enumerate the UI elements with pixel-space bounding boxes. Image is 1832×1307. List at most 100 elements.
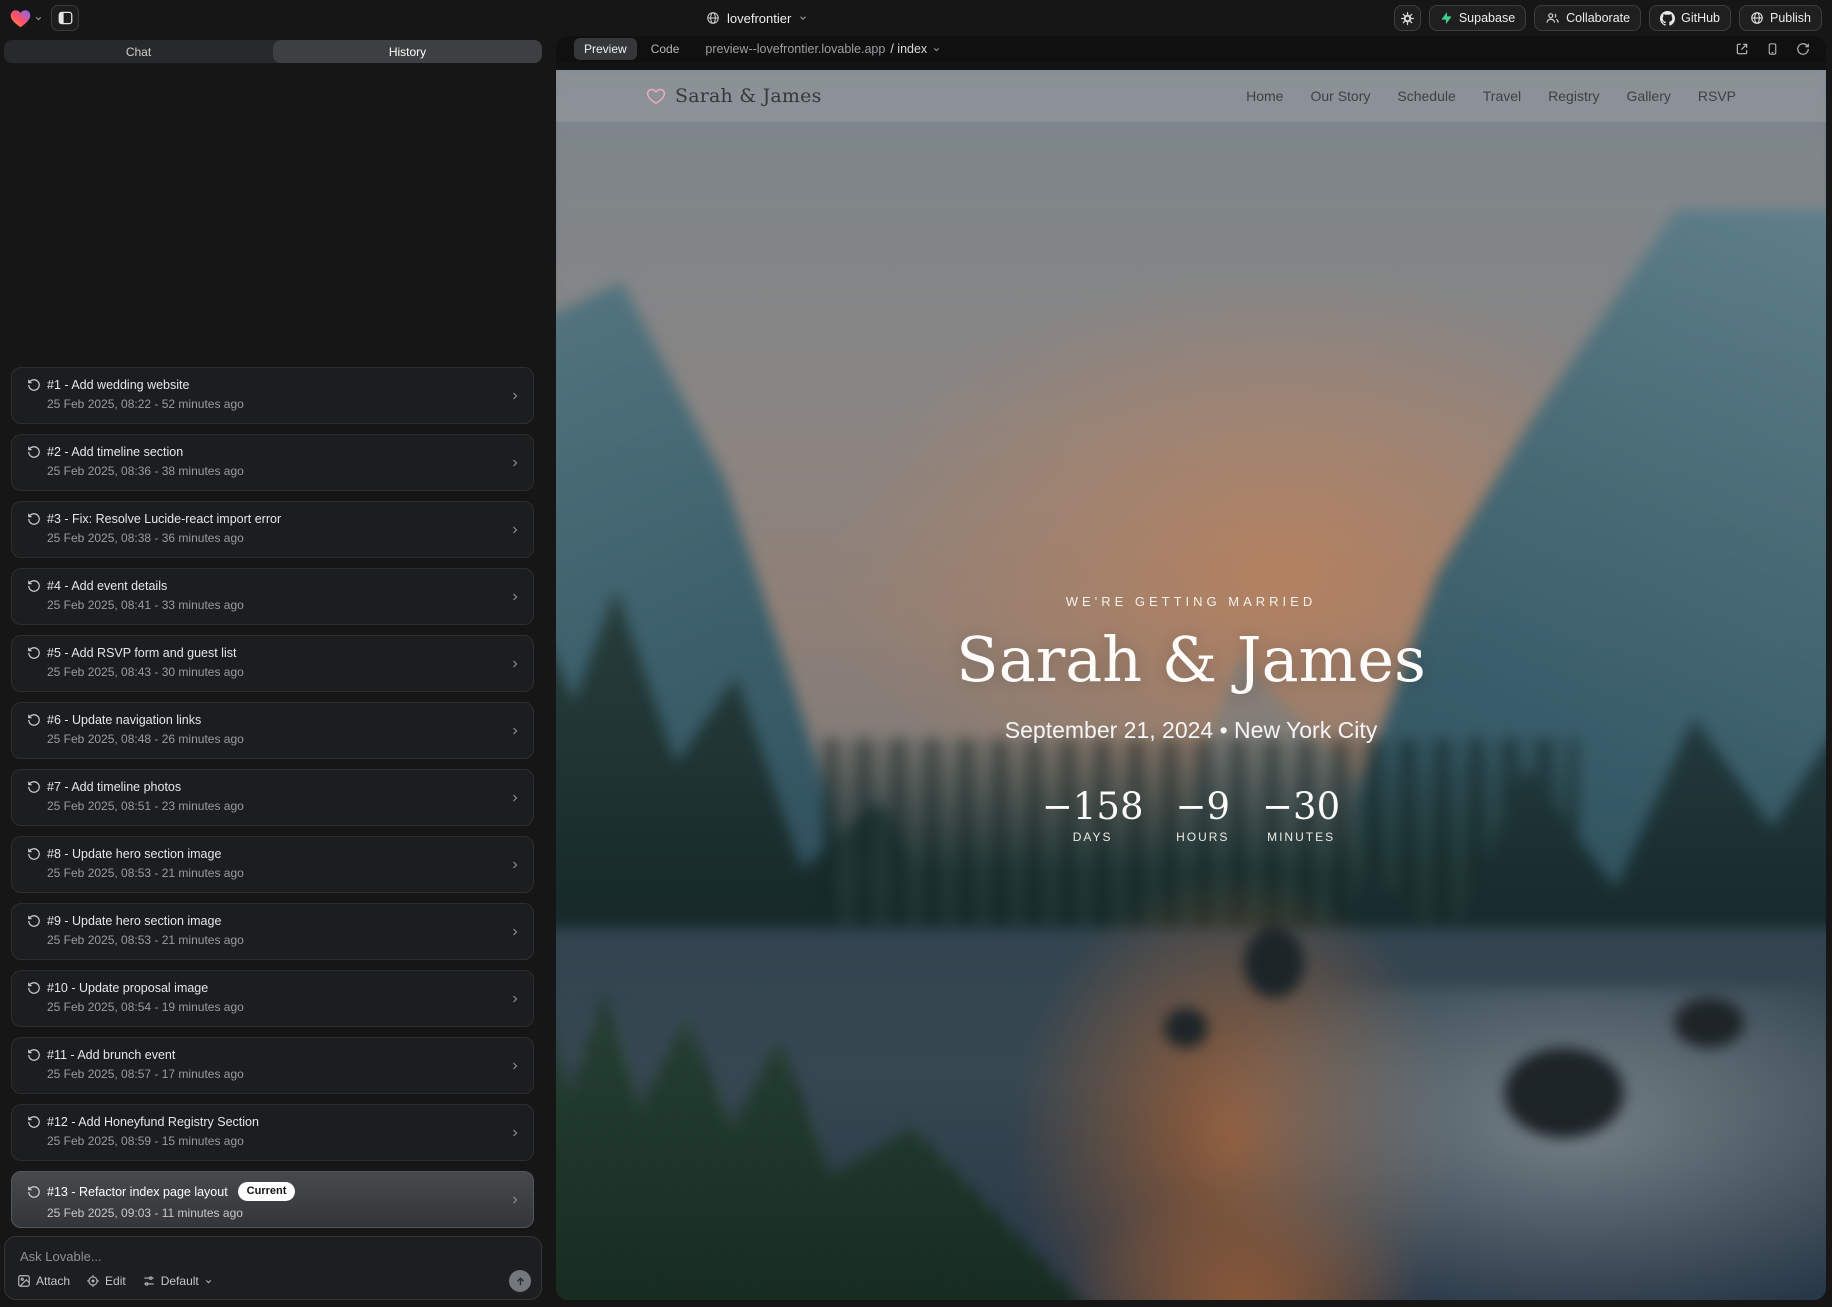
countdown-minutes-label: MINUTES bbox=[1262, 830, 1340, 844]
tab-code[interactable]: Code bbox=[651, 42, 680, 56]
publish-button[interactable]: Publish bbox=[1739, 5, 1822, 31]
mode-select[interactable]: Default bbox=[142, 1274, 213, 1288]
chat-composer: Ask Lovable... Attach Edit Default bbox=[4, 1236, 542, 1300]
lovable-heart-logo-icon bbox=[10, 9, 31, 28]
current-badge: Current bbox=[238, 1182, 296, 1201]
history-item-meta: 25 Feb 2025, 08:41 - 33 minutes ago bbox=[47, 598, 499, 612]
history-icon bbox=[27, 512, 41, 526]
history-item-title: #3 - Fix: Resolve Lucide-react import er… bbox=[47, 512, 281, 526]
chevron-right-icon bbox=[509, 591, 521, 603]
nav-rsvp[interactable]: RSVP bbox=[1698, 88, 1736, 104]
chevron-right-icon bbox=[509, 792, 521, 804]
image-icon bbox=[17, 1274, 31, 1288]
preview-url[interactable]: preview--lovefrontier.lovable.app / inde… bbox=[705, 42, 941, 56]
history-icon bbox=[27, 713, 41, 727]
history-item-1[interactable]: #1 - Add wedding website 25 Feb 2025, 08… bbox=[11, 367, 534, 424]
tab-history[interactable]: History bbox=[273, 40, 542, 63]
send-button[interactable] bbox=[509, 1270, 531, 1292]
github-button[interactable]: GitHub bbox=[1649, 5, 1731, 31]
project-switcher[interactable]: lovefrontier bbox=[706, 0, 808, 36]
users-icon bbox=[1545, 11, 1560, 25]
history-item-title: #10 - Update proposal image bbox=[47, 981, 208, 995]
open-in-new-tab-icon[interactable] bbox=[1735, 42, 1749, 56]
ask-lovable-input[interactable]: Ask Lovable... bbox=[20, 1249, 102, 1264]
history-item-3[interactable]: #3 - Fix: Resolve Lucide-react import er… bbox=[11, 501, 534, 558]
attach-label: Attach bbox=[36, 1274, 70, 1288]
supabase-button[interactable]: Supabase bbox=[1429, 5, 1526, 31]
nav-our-story[interactable]: Our Story bbox=[1310, 88, 1370, 104]
sliders-icon bbox=[142, 1274, 156, 1288]
history-item-6[interactable]: #6 - Update navigation links 25 Feb 2025… bbox=[11, 702, 534, 759]
mode-label: Default bbox=[161, 1274, 199, 1288]
preview-url-host: preview--lovefrontier.lovable.app bbox=[705, 42, 885, 56]
chevron-right-icon bbox=[509, 390, 521, 402]
edit-button[interactable]: Edit bbox=[86, 1274, 126, 1288]
attach-button[interactable]: Attach bbox=[17, 1274, 70, 1288]
hero-section: WE'RE GETTING MARRIED Sarah & James Sept… bbox=[556, 594, 1826, 844]
settings-button[interactable] bbox=[1394, 5, 1421, 31]
hero-date-location: September 21, 2024 • New York City bbox=[556, 717, 1826, 744]
nav-home[interactable]: Home bbox=[1246, 88, 1283, 104]
nav-schedule[interactable]: Schedule bbox=[1397, 88, 1455, 104]
history-icon bbox=[27, 780, 41, 794]
tab-preview[interactable]: Preview bbox=[574, 38, 637, 60]
chevron-right-icon bbox=[509, 725, 521, 737]
history-item-title: #1 - Add wedding website bbox=[47, 378, 189, 392]
collaborate-button[interactable]: Collaborate bbox=[1534, 5, 1641, 31]
target-icon bbox=[86, 1274, 100, 1288]
history-item-meta: 25 Feb 2025, 08:57 - 17 minutes ago bbox=[47, 1067, 499, 1081]
preview-url-path: / index bbox=[890, 42, 927, 56]
nav-gallery[interactable]: Gallery bbox=[1627, 88, 1671, 104]
history-icon bbox=[27, 378, 41, 392]
countdown-minutes: −30 MINUTES bbox=[1262, 788, 1340, 844]
sidebar-toggle-button[interactable] bbox=[51, 5, 79, 31]
chevron-down-icon bbox=[932, 45, 941, 54]
sidebar: Chat History #1 - Add wedding website 25… bbox=[4, 40, 544, 1300]
chevron-down-icon bbox=[798, 13, 808, 23]
site-brand-text: Sarah & James bbox=[675, 85, 822, 107]
site-brand[interactable]: Sarah & James bbox=[646, 85, 822, 107]
nav-registry[interactable]: Registry bbox=[1548, 88, 1599, 104]
history-item-11[interactable]: #11 - Add brunch event 25 Feb 2025, 08:5… bbox=[11, 1037, 534, 1094]
hero-title: Sarah & James bbox=[556, 629, 1826, 691]
history-item-title: #9 - Update hero section image bbox=[47, 914, 221, 928]
heart-icon bbox=[646, 87, 666, 105]
lovable-logo-menu[interactable] bbox=[10, 9, 43, 28]
history-icon bbox=[27, 445, 41, 459]
history-item-title: #12 - Add Honeyfund Registry Section bbox=[47, 1115, 259, 1129]
history-item-meta: 25 Feb 2025, 08:54 - 19 minutes ago bbox=[47, 1000, 499, 1014]
history-icon bbox=[27, 1115, 41, 1129]
history-item-4[interactable]: #4 - Add event details 25 Feb 2025, 08:4… bbox=[11, 568, 534, 625]
history-item-title: #7 - Add timeline photos bbox=[47, 780, 181, 794]
sidebar-tabs: Chat History bbox=[4, 40, 542, 63]
history-item-meta: 25 Feb 2025, 08:48 - 26 minutes ago bbox=[47, 732, 499, 746]
history-item-title: #2 - Add timeline section bbox=[47, 445, 183, 459]
history-item-10[interactable]: #10 - Update proposal image 25 Feb 2025,… bbox=[11, 970, 534, 1027]
countdown-hours-value: −9 bbox=[1175, 788, 1230, 825]
countdown-minutes-value: −30 bbox=[1262, 788, 1340, 825]
history-icon bbox=[27, 981, 41, 995]
history-item-5[interactable]: #5 - Add RSVP form and guest list 25 Feb… bbox=[11, 635, 534, 692]
history-item-meta: 25 Feb 2025, 08:53 - 21 minutes ago bbox=[47, 933, 499, 947]
history-item-7[interactable]: #7 - Add timeline photos 25 Feb 2025, 08… bbox=[11, 769, 534, 826]
history-item-9[interactable]: #9 - Update hero section image 25 Feb 20… bbox=[11, 903, 534, 960]
wedding-site: Sarah & James Home Our Story Schedule Tr… bbox=[556, 70, 1826, 1300]
mobile-view-icon[interactable] bbox=[1766, 42, 1779, 56]
site-header: Sarah & James Home Our Story Schedule Tr… bbox=[556, 70, 1826, 122]
tab-chat[interactable]: Chat bbox=[4, 40, 273, 63]
history-item-meta: 25 Feb 2025, 08:53 - 21 minutes ago bbox=[47, 866, 499, 880]
hero-eyebrow: WE'RE GETTING MARRIED bbox=[556, 594, 1826, 609]
history-item-meta: 25 Feb 2025, 08:51 - 23 minutes ago bbox=[47, 799, 499, 813]
site-nav: Home Our Story Schedule Travel Registry … bbox=[1246, 88, 1736, 104]
countdown-hours: −9 HOURS bbox=[1175, 788, 1230, 844]
chevron-right-icon bbox=[509, 1194, 521, 1206]
refresh-icon[interactable] bbox=[1796, 42, 1810, 56]
nav-travel[interactable]: Travel bbox=[1483, 88, 1521, 104]
history-item-8[interactable]: #8 - Update hero section image 25 Feb 20… bbox=[11, 836, 534, 893]
history-item-13-current[interactable]: #13 - Refactor index page layout Current… bbox=[11, 1171, 534, 1228]
history-icon bbox=[27, 646, 41, 660]
supabase-bolt-icon bbox=[1440, 11, 1453, 25]
history-item-2[interactable]: #2 - Add timeline section 25 Feb 2025, 0… bbox=[11, 434, 534, 491]
history-item-12[interactable]: #12 - Add Honeyfund Registry Section 25 … bbox=[11, 1104, 534, 1161]
history-item-title: #13 - Refactor index page layout bbox=[47, 1185, 228, 1199]
